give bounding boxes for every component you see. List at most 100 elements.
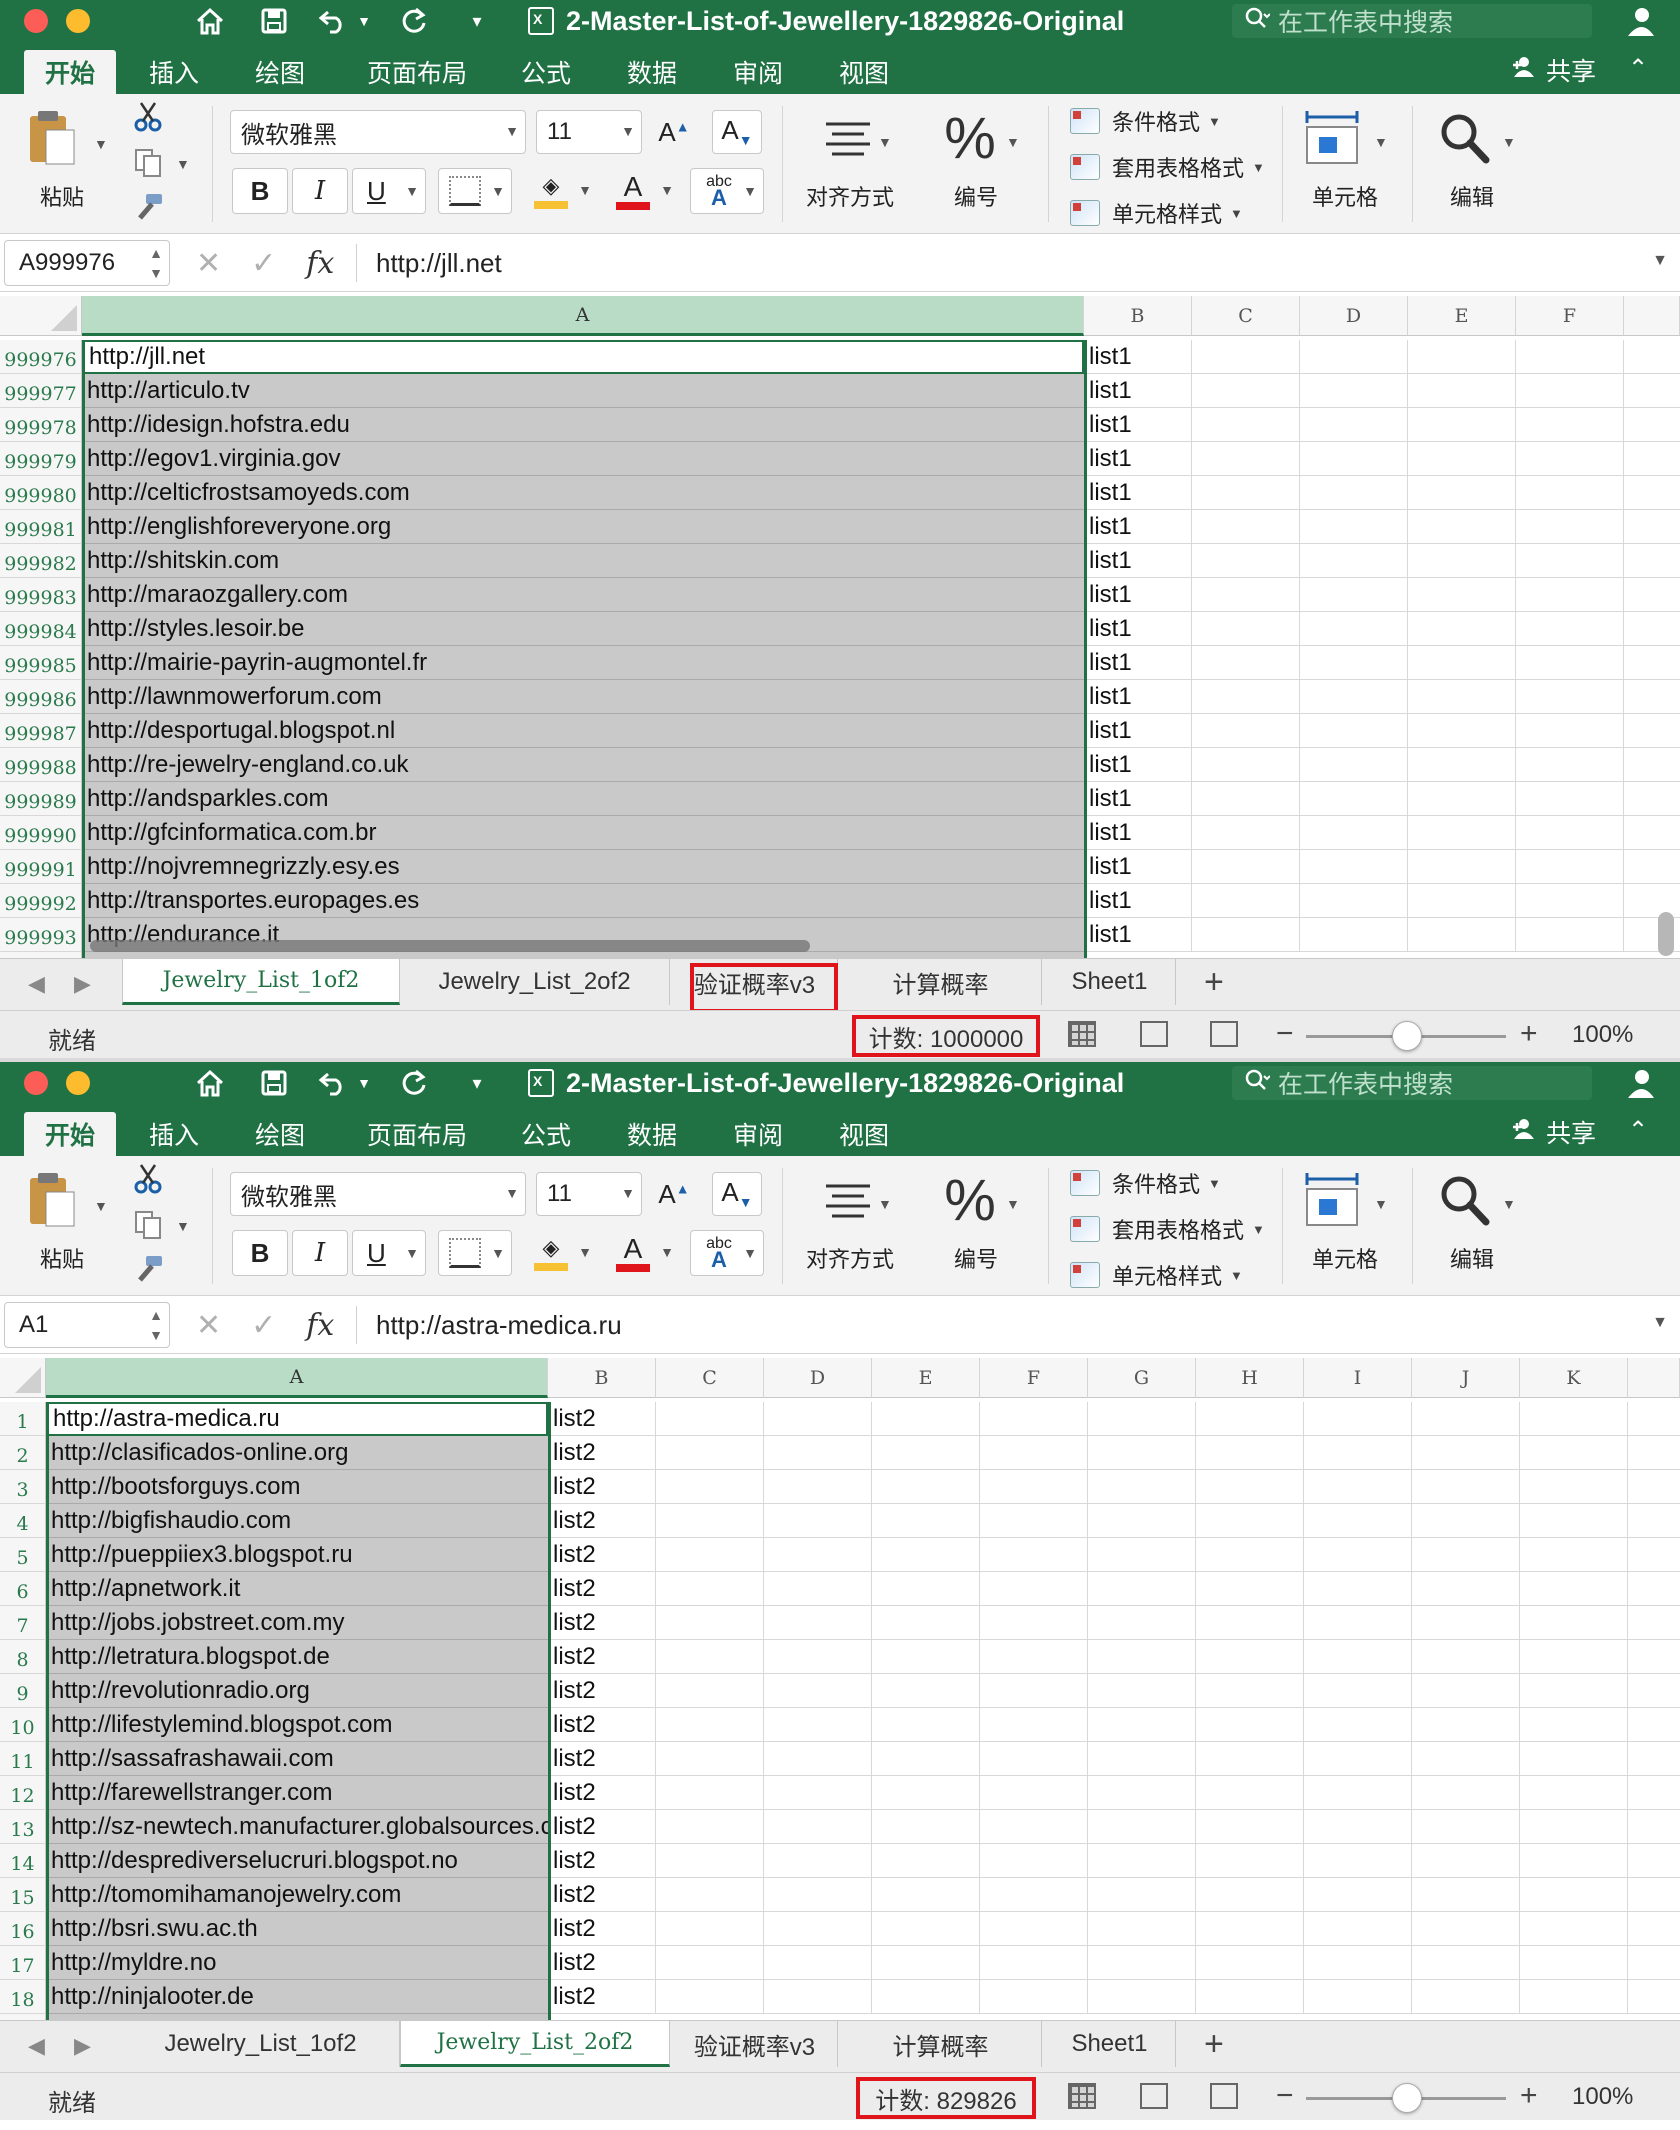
empty-cell[interactable] [1304, 1708, 1412, 1742]
ribbon-tab-0[interactable]: 开始 [24, 1112, 116, 1156]
empty-cell[interactable] [1408, 748, 1516, 782]
account-icon[interactable] [1622, 4, 1656, 38]
save-icon[interactable] [256, 1066, 292, 1100]
row-header[interactable]: 999981 [0, 510, 82, 544]
table-cell[interactable]: http://sassafrashawaii.com [46, 1742, 548, 1776]
row-header[interactable]: 11 [0, 1742, 46, 1776]
table-cell[interactable]: list2 [548, 1402, 656, 1436]
empty-cell[interactable] [1628, 1606, 1680, 1640]
empty-cell[interactable] [656, 1572, 764, 1606]
empty-cell[interactable] [1520, 1504, 1628, 1538]
empty-cell[interactable] [1300, 816, 1408, 850]
name-box[interactable]: A1 ▲ ▼ [4, 1302, 170, 1348]
editing-button[interactable] [1432, 1168, 1496, 1232]
empty-cell[interactable] [980, 1606, 1088, 1640]
font-color-dropdown-icon[interactable]: ▼ [660, 182, 674, 198]
normal-view-icon[interactable] [1068, 1021, 1096, 1047]
empty-cell[interactable] [1088, 1878, 1196, 1912]
empty-cell[interactable] [1196, 1776, 1304, 1810]
increase-font-size-button[interactable]: A▲ [652, 110, 696, 154]
empty-cell[interactable] [980, 1844, 1088, 1878]
empty-cell[interactable] [1304, 1674, 1412, 1708]
empty-cell[interactable] [1412, 1504, 1520, 1538]
empty-cell[interactable] [1196, 1538, 1304, 1572]
empty-cell[interactable] [1624, 510, 1680, 544]
name-box-stepper-icon[interactable]: ▲ ▼ [149, 243, 163, 283]
empty-cell[interactable] [1196, 1946, 1304, 1980]
empty-cell[interactable] [1088, 1844, 1196, 1878]
empty-cell[interactable] [1300, 442, 1408, 476]
empty-cell[interactable] [1192, 884, 1300, 918]
ribbon-tab-1[interactable]: 插入 [136, 50, 212, 94]
cancel-formula-icon[interactable]: ✕ [196, 1308, 221, 1343]
empty-cell[interactable] [1196, 1708, 1304, 1742]
empty-cell[interactable] [1192, 680, 1300, 714]
column-header-i[interactable]: I [1304, 1358, 1412, 1398]
empty-cell[interactable] [1412, 1572, 1520, 1606]
empty-cell[interactable] [872, 1810, 980, 1844]
italic-button[interactable]: I [292, 168, 348, 214]
empty-cell[interactable] [1304, 1878, 1412, 1912]
phonetic-button[interactable]: abc A ▼ [690, 1230, 764, 1276]
empty-cell[interactable] [1408, 850, 1516, 884]
table-cell[interactable]: list1 [1084, 476, 1192, 510]
empty-cell[interactable] [872, 1572, 980, 1606]
row-header[interactable]: 999978 [0, 408, 82, 442]
ribbon-tab-3[interactable]: 页面布局 [350, 50, 484, 94]
empty-cell[interactable] [1624, 680, 1680, 714]
table-cell[interactable]: http://myldre.no [46, 1946, 548, 1980]
empty-cell[interactable] [1088, 1810, 1196, 1844]
empty-cell[interactable] [1088, 1504, 1196, 1538]
table-cell[interactable]: list1 [1084, 918, 1192, 952]
empty-cell[interactable] [872, 1674, 980, 1708]
zoom-in-icon[interactable]: + [1520, 2079, 1538, 2113]
home-icon[interactable] [192, 4, 228, 38]
row-header[interactable]: 999980 [0, 476, 82, 510]
sheet-search-box[interactable]: 在工作表中搜索 [1232, 1066, 1592, 1100]
font-size-select[interactable]: 11 ▼ [536, 110, 642, 154]
empty-cell[interactable] [872, 1878, 980, 1912]
empty-cell[interactable] [1304, 1912, 1412, 1946]
empty-cell[interactable] [656, 1742, 764, 1776]
table-cell[interactable]: http://apnetwork.it [46, 1572, 548, 1606]
empty-cell[interactable] [980, 1980, 1088, 2014]
empty-cell[interactable] [1520, 1538, 1628, 1572]
empty-cell[interactable] [872, 1640, 980, 1674]
empty-cell[interactable] [764, 1470, 872, 1504]
table-cell[interactable]: list2 [548, 1844, 656, 1878]
copy-icon[interactable] [130, 146, 166, 180]
copy-dropdown-icon[interactable]: ▼ [176, 156, 190, 172]
cut-icon[interactable] [130, 100, 166, 134]
table-cell[interactable]: http://articulo.tv [82, 374, 1084, 408]
table-cell[interactable]: http://lawnmowerforum.com [82, 680, 1084, 714]
empty-cell[interactable] [1300, 884, 1408, 918]
empty-cell[interactable] [1516, 476, 1624, 510]
sheet-tab-3[interactable]: 计算概率 [840, 959, 1042, 1005]
table-cell[interactable]: http://bsri.swu.ac.th [46, 1912, 548, 1946]
empty-cell[interactable] [1088, 1708, 1196, 1742]
empty-cell[interactable] [1408, 374, 1516, 408]
phonetic-button[interactable]: abc A ▼ [690, 168, 764, 214]
sheet-tab-1[interactable]: Jewelry_List_2of2 [400, 959, 670, 1005]
empty-cell[interactable] [1300, 578, 1408, 612]
customize-toolbar-icon[interactable]: ▾ [464, 1066, 490, 1100]
empty-cell[interactable] [1196, 1674, 1304, 1708]
copy-dropdown-icon[interactable]: ▼ [176, 1218, 190, 1234]
sheet-tab-0[interactable]: Jewelry_List_1of2 [122, 2021, 400, 2067]
fill-color-dropdown-icon[interactable]: ▼ [578, 182, 592, 198]
empty-cell[interactable] [1300, 748, 1408, 782]
empty-cell[interactable] [980, 1742, 1088, 1776]
table-cell[interactable]: http://jobs.jobstreet.com.my [46, 1606, 548, 1640]
empty-cell[interactable] [1520, 1878, 1628, 1912]
redo-icon[interactable] [396, 1066, 432, 1100]
empty-cell[interactable] [1624, 782, 1680, 816]
empty-cell[interactable] [1408, 442, 1516, 476]
normal-view-icon[interactable] [1068, 2083, 1096, 2109]
column-header-g[interactable]: G [1088, 1358, 1196, 1398]
empty-cell[interactable] [1412, 1402, 1520, 1436]
insert-function-icon[interactable]: fx [306, 246, 334, 281]
empty-cell[interactable] [1516, 408, 1624, 442]
empty-cell[interactable] [1516, 646, 1624, 680]
empty-cell[interactable] [1300, 646, 1408, 680]
empty-cell[interactable] [1300, 510, 1408, 544]
